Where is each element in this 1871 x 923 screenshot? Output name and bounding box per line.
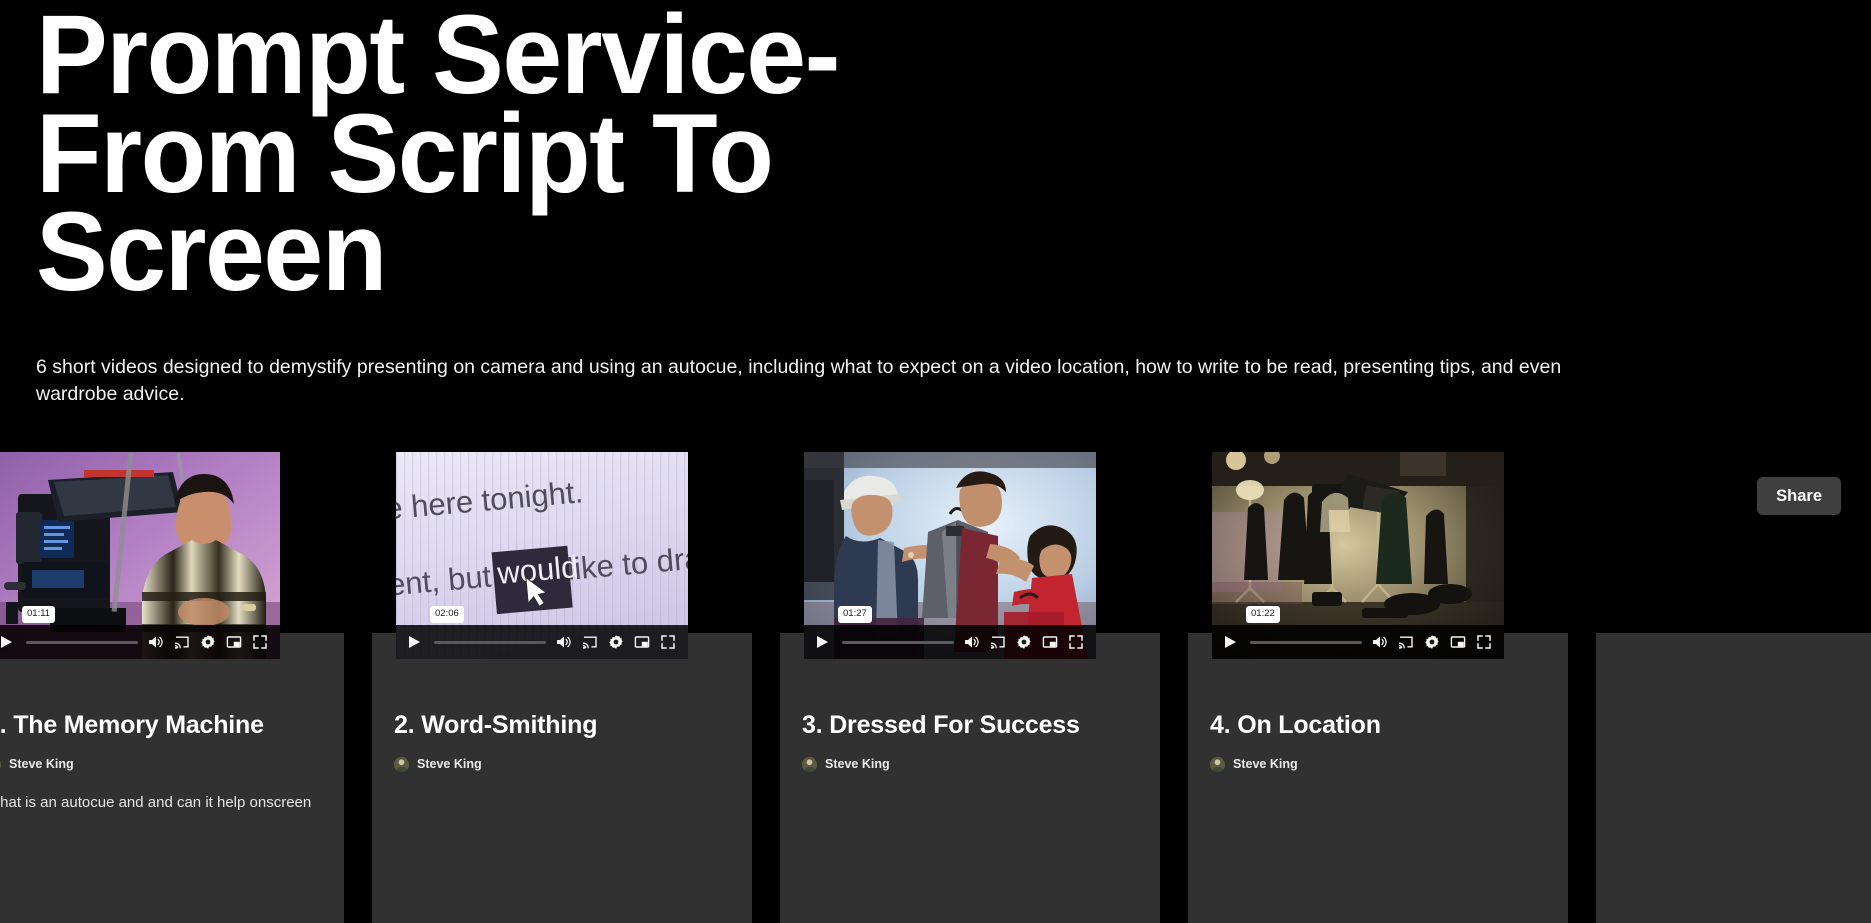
progress-track	[842, 640, 954, 644]
right-controls	[960, 630, 1090, 654]
video-card[interactable]: 01:27 3. Dressed For Success Steve King	[780, 452, 1160, 923]
share-button[interactable]: Share	[1757, 477, 1841, 515]
video-card-grid: 01:11 1. The Memory Machine Steve King W…	[0, 452, 1871, 923]
avatar	[802, 757, 817, 772]
card-body: 1. The Memory Machine Steve King What is…	[0, 633, 344, 828]
play-icon[interactable]	[1218, 630, 1242, 654]
avatar	[0, 757, 1, 772]
player-controls[interactable]: 02:06	[396, 606, 688, 659]
gear-icon[interactable]	[604, 630, 628, 654]
fullscreen-icon[interactable]	[1064, 630, 1088, 654]
author-name: Steve King	[417, 757, 482, 772]
gear-icon[interactable]	[1420, 630, 1444, 654]
volume-icon[interactable]	[552, 630, 576, 654]
miniplayer-icon[interactable]	[630, 630, 654, 654]
page-description: 6 short videos designed to demystify pre…	[36, 355, 1562, 406]
miniplayer-icon[interactable]	[222, 630, 246, 654]
right-controls	[1368, 630, 1498, 654]
video-card[interactable]	[1596, 633, 1871, 923]
card-title[interactable]: 2. Word-Smithing	[394, 711, 730, 740]
page-root: Prompt Service- From Script To Screen 6 …	[0, 0, 1871, 923]
miniplayer-icon[interactable]	[1446, 630, 1470, 654]
progress-track	[26, 640, 138, 644]
card-body	[1596, 633, 1871, 725]
cast-icon[interactable]	[578, 630, 602, 654]
card-author: Steve King	[0, 757, 322, 772]
progress-bar[interactable]: 01:11	[20, 606, 144, 654]
page-header: Prompt Service- From Script To Screen 6 …	[0, 0, 1871, 409]
video-player[interactable]: 01:27	[804, 452, 1096, 659]
volume-icon[interactable]	[960, 630, 984, 654]
progress-bar[interactable]: 02:06	[428, 606, 552, 654]
video-card[interactable]: 01:22 4. On Location Steve King	[1188, 452, 1568, 923]
cast-icon[interactable]	[1394, 630, 1418, 654]
card-author: Steve King	[1210, 757, 1546, 772]
progress-track	[434, 640, 546, 644]
progress-bar[interactable]: 01:27	[836, 606, 960, 654]
play-icon[interactable]	[402, 630, 426, 654]
video-card[interactable]: e here tonight. ent, but like to dra wou…	[372, 452, 752, 923]
card-author: Steve King	[394, 757, 730, 772]
right-controls	[552, 630, 682, 654]
volume-icon[interactable]	[1368, 630, 1392, 654]
card-description: What is an autocue and and can it help o…	[0, 794, 312, 811]
video-card[interactable]: 01:11 1. The Memory Machine Steve King W…	[0, 452, 344, 923]
gear-icon[interactable]	[196, 630, 220, 654]
video-player[interactable]: e here tonight. ent, but like to dra wou…	[396, 452, 688, 659]
miniplayer-icon[interactable]	[1038, 630, 1062, 654]
avatar	[1210, 757, 1225, 772]
player-controls[interactable]: 01:11	[0, 606, 280, 659]
player-controls[interactable]: 01:27	[804, 606, 1096, 659]
author-name: Steve King	[9, 757, 74, 772]
fullscreen-icon[interactable]	[1472, 630, 1496, 654]
gear-icon[interactable]	[1012, 630, 1036, 654]
author-name: Steve King	[1233, 757, 1298, 772]
card-title[interactable]: 3. Dressed For Success	[802, 711, 1138, 740]
page-title: Prompt Service- From Script To Screen	[36, 0, 840, 315]
cast-icon[interactable]	[170, 630, 194, 654]
fullscreen-icon[interactable]	[656, 630, 680, 654]
player-controls[interactable]: 01:22	[1212, 606, 1504, 659]
avatar	[394, 757, 409, 772]
card-title[interactable]: 1. The Memory Machine	[0, 711, 322, 740]
share-row: Share	[1757, 477, 1841, 515]
play-icon[interactable]	[810, 630, 834, 654]
card-author: Steve King	[802, 757, 1138, 772]
play-icon[interactable]	[0, 630, 18, 654]
video-player[interactable]: 01:22	[1212, 452, 1504, 659]
right-controls	[144, 630, 274, 654]
cast-icon[interactable]	[986, 630, 1010, 654]
progress-bar[interactable]: 01:22	[1244, 606, 1368, 654]
video-player[interactable]: 01:11	[0, 452, 280, 659]
author-name: Steve King	[825, 757, 890, 772]
svg-text:would: would	[495, 549, 580, 591]
progress-track	[1250, 640, 1362, 644]
card-title[interactable]: 4. On Location	[1210, 711, 1546, 740]
fullscreen-icon[interactable]	[248, 630, 272, 654]
volume-icon[interactable]	[144, 630, 168, 654]
